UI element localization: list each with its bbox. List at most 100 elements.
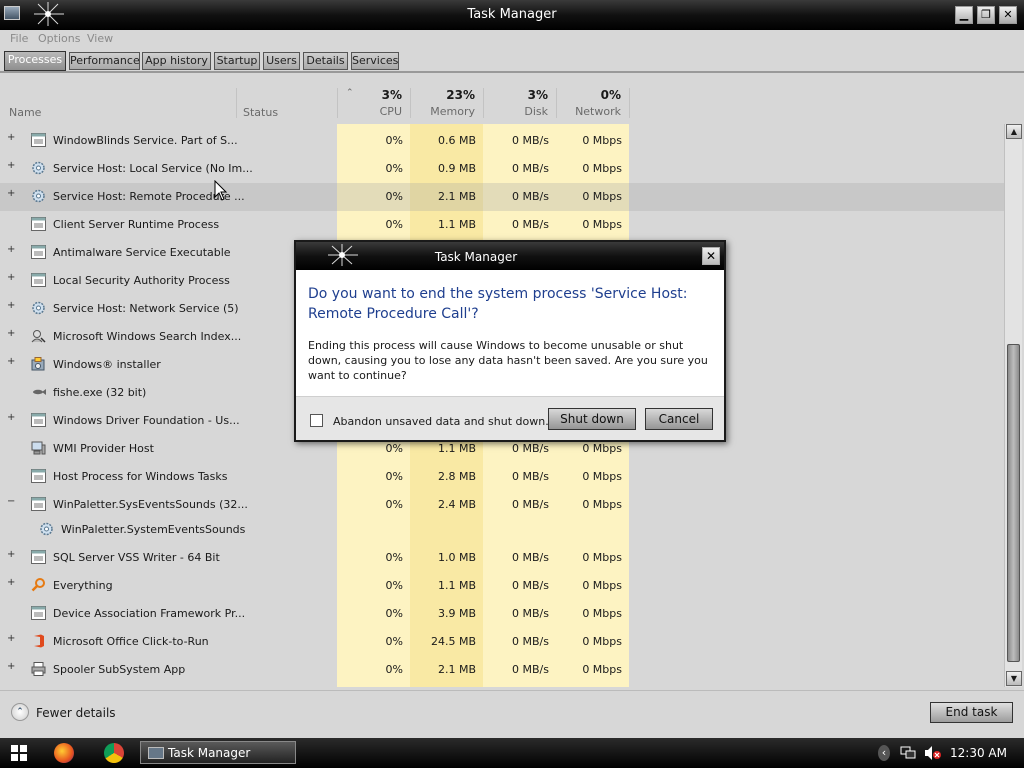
column-memory[interactable]: 23% Memory xyxy=(410,86,483,122)
menu-options[interactable]: Options xyxy=(38,32,80,45)
vertical-scrollbar[interactable]: ▲ ▼ xyxy=(1004,124,1022,687)
scroll-up-button[interactable]: ▲ xyxy=(1006,124,1022,139)
process-row[interactable]: Host Process for Windows Tasks 0% 2.8 MB 0 … xyxy=(0,463,1004,491)
start-windows-icon[interactable] xyxy=(11,745,27,761)
column-network[interactable]: 0% Network xyxy=(556,86,629,122)
menu-file[interactable]: File xyxy=(10,32,28,45)
tab-divider xyxy=(0,71,1024,73)
network-value: 0 Mbps xyxy=(582,663,622,676)
abandon-data-label[interactable]: Abandon unsaved data and shut down. xyxy=(333,415,549,428)
cpu-total: 3% xyxy=(381,88,402,102)
network-total: 0% xyxy=(600,88,621,102)
column-name[interactable]: Name xyxy=(0,86,236,122)
menu-view[interactable]: View xyxy=(87,32,113,45)
tab-app-history[interactable]: App history xyxy=(142,52,211,70)
process-row[interactable]: + Microsoft Office Click-to-Run 0% 24.5 MB 0… xyxy=(0,628,1004,656)
network-value: 0 Mbps xyxy=(582,498,622,511)
process-row[interactable]: Device Association Framework Pr... 0% 3.9 … xyxy=(0,600,1004,628)
cpu-value: 0% xyxy=(385,470,403,483)
memory-value: 1.1 MB xyxy=(437,218,476,231)
process-row[interactable]: + Spooler SubSystem App 0% 2.1 MB 0 MB/s 0 Mb… xyxy=(0,656,1004,684)
computer-icon xyxy=(31,441,46,455)
volume-muted-icon[interactable] xyxy=(924,745,942,761)
taskbar-task-manager[interactable]: Task Manager xyxy=(140,741,296,764)
process-row[interactable]: + SQL Server VSS Writer - 64 Bit 0% 1.0 MB 0… xyxy=(0,544,1004,572)
fewer-details-link[interactable]: Fewer details xyxy=(36,706,116,720)
expand-icon[interactable]: + xyxy=(7,356,15,367)
cpu-value: 0% xyxy=(385,442,403,455)
gear-icon xyxy=(31,301,46,315)
process-row[interactable]: + Service Host: Local Service (No Im... 0%… xyxy=(0,155,1004,183)
tab-processes[interactable]: Processes xyxy=(4,51,66,71)
process-name: Microsoft Office Click-to-Run xyxy=(53,635,209,648)
column-cpu[interactable]: 3% CPU xyxy=(337,86,410,122)
tab-performance[interactable]: Performance xyxy=(69,52,140,70)
firefox-icon[interactable] xyxy=(54,743,74,763)
column-disk-label: Disk xyxy=(524,105,548,118)
process-row[interactable]: Client Server Runtime Process 0% 1.1 MB 0 M… xyxy=(0,211,1004,239)
header-divider xyxy=(483,88,484,118)
scroll-down-button[interactable]: ▼ xyxy=(1006,671,1022,686)
task-manager-icon xyxy=(148,747,164,759)
gear-icon xyxy=(31,161,46,175)
column-network-label: Network xyxy=(575,105,621,118)
expand-icon[interactable]: + xyxy=(7,300,15,311)
fish-icon xyxy=(31,385,46,399)
process-name: WMI Provider Host xyxy=(53,442,154,455)
shut-down-button[interactable]: Shut down xyxy=(548,408,636,430)
minimize-button[interactable]: ▁ xyxy=(955,6,973,24)
column-name-label: Name xyxy=(9,106,42,119)
chevron-up-icon[interactable]: ⌃ xyxy=(11,703,29,721)
collapse-icon[interactable]: − xyxy=(7,496,15,507)
disk-value: 0 MB/s xyxy=(512,607,549,620)
process-row[interactable]: + WindowBlinds Service. Part of S... 0% 0.6… xyxy=(0,127,1004,155)
process-row[interactable]: + Everything 0% 1.1 MB 0 MB/s 0 Mbps xyxy=(0,572,1004,600)
dialog-close-button[interactable]: ✕ xyxy=(702,247,720,265)
cpu-value: 0% xyxy=(385,635,403,648)
expand-icon[interactable]: + xyxy=(7,132,15,143)
disk-value: 0 MB/s xyxy=(512,134,549,147)
chrome-icon[interactable] xyxy=(104,743,124,763)
column-disk[interactable]: 3% Disk xyxy=(483,86,556,122)
end-task-button[interactable]: End task xyxy=(930,702,1013,723)
expand-icon[interactable]: + xyxy=(7,244,15,255)
cancel-button[interactable]: Cancel xyxy=(645,408,713,430)
tab-details[interactable]: Details xyxy=(303,52,348,70)
process-row[interactable]: + Service Host: Remote Procedure ... 0% 2.1… xyxy=(0,183,1004,211)
header-divider xyxy=(556,88,557,118)
column-cpu-label: CPU xyxy=(379,105,402,118)
network-icon[interactable] xyxy=(899,745,917,761)
expand-icon[interactable]: + xyxy=(7,328,15,339)
expand-icon[interactable]: + xyxy=(7,549,15,560)
expand-icon[interactable]: + xyxy=(7,661,15,672)
expand-icon[interactable]: + xyxy=(7,633,15,644)
close-button[interactable]: ✕ xyxy=(999,6,1017,24)
network-value: 0 Mbps xyxy=(582,442,622,455)
tab-users[interactable]: Users xyxy=(263,52,300,70)
installer-icon xyxy=(31,357,46,371)
header-divider xyxy=(629,88,630,118)
disk-value: 0 MB/s xyxy=(512,498,549,511)
tab-services[interactable]: Services xyxy=(351,52,399,70)
expand-icon[interactable]: + xyxy=(7,188,15,199)
process-name: Windows® installer xyxy=(53,358,161,371)
disk-value: 0 MB/s xyxy=(512,442,549,455)
taskbar-clock[interactable]: 12:30 AM xyxy=(950,746,1007,760)
window-icon xyxy=(31,606,46,620)
expand-icon[interactable]: + xyxy=(7,577,15,588)
expand-icon[interactable]: + xyxy=(7,160,15,171)
process-row[interactable]: − WinPaletter.SysEventsSounds (32... 0% 2.4… xyxy=(0,491,1004,519)
window-icon xyxy=(31,469,46,483)
tab-startup[interactable]: Startup xyxy=(214,52,260,70)
maximize-button[interactable]: ❐ xyxy=(977,6,995,24)
memory-value: 1.0 MB xyxy=(437,551,476,564)
abandon-data-checkbox[interactable] xyxy=(310,414,323,427)
cpu-value: 0% xyxy=(385,218,403,231)
expand-icon[interactable]: + xyxy=(7,412,15,423)
scroll-thumb[interactable] xyxy=(1007,344,1020,662)
process-name: Windows Driver Foundation - Us... xyxy=(53,414,240,427)
tray-chevron-icon[interactable]: ‹ xyxy=(878,745,890,761)
column-status[interactable]: Status ⌃ xyxy=(236,86,354,122)
process-row[interactable]: WinPaletter.SystemEventsSounds xyxy=(0,519,1004,541)
expand-icon[interactable]: + xyxy=(7,272,15,283)
